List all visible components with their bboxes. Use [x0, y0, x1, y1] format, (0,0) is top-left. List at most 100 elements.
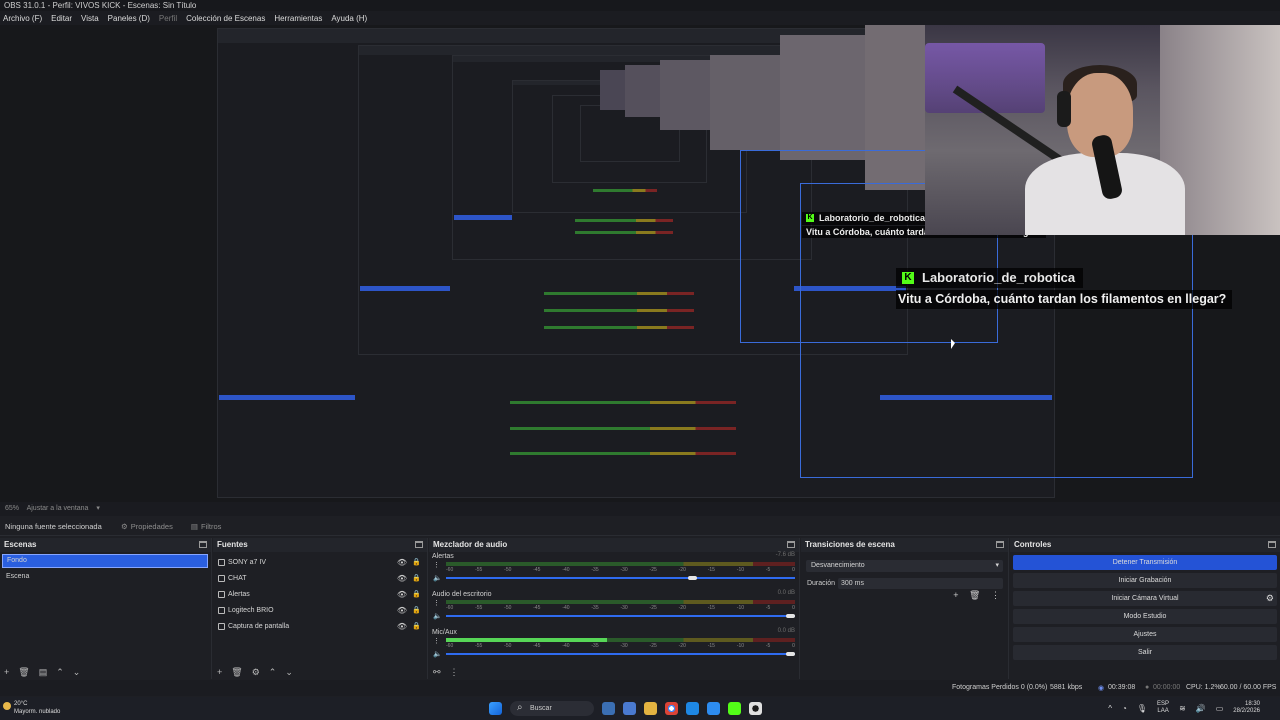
filters-button[interactable]: ▤ Filtros	[185, 520, 228, 533]
menu-herramientas[interactable]: Herramientas	[274, 14, 322, 23]
channel-db: -7.6 dB	[775, 552, 795, 558]
start-virtual-camera-button[interactable]: Iniciar Cámara Virtual ⚙	[1013, 591, 1277, 606]
lock-icon[interactable]: 🔒	[412, 622, 421, 630]
task-view-icon[interactable]	[602, 702, 615, 715]
network-icon[interactable]: ◔	[1122, 704, 1127, 713]
duration-input[interactable]: 300 ms	[838, 578, 1003, 589]
clock[interactable]: 18:30 28/2/2026	[1233, 701, 1260, 715]
lock-icon[interactable]: 🔒	[412, 590, 421, 598]
eye-icon[interactable]: 👁	[397, 574, 407, 583]
eye-icon[interactable]: 👁	[397, 590, 407, 599]
more-icon[interactable]: ⋮	[450, 667, 459, 678]
store-icon[interactable]	[686, 702, 699, 715]
undock-icon[interactable]	[1268, 541, 1276, 548]
source-item[interactable]: CHAT 👁 🔒	[213, 570, 427, 586]
filter-icon[interactable]: ▤	[39, 667, 48, 678]
chevron-down-icon[interactable]: ▾	[96, 505, 100, 512]
chevron-down-icon: ▾	[995, 562, 999, 569]
wifi-icon[interactable]: ≋	[1179, 704, 1186, 713]
chat-overlay[interactable]: K Laboratorio_de_robotica Vitu a Córdoba…	[896, 268, 1233, 309]
source-item[interactable]: Logitech BRIO 👁 🔒	[213, 602, 427, 618]
lock-icon[interactable]: 🔒	[412, 574, 421, 582]
more-icon[interactable]: ⋮	[433, 637, 440, 645]
weather-widget[interactable]: 20°C Mayorm. nublado	[3, 700, 60, 716]
chevron-up-icon[interactable]: ⌃	[56, 667, 64, 678]
chevron-up-icon[interactable]: ⌃	[269, 667, 277, 678]
trash-icon[interactable]: 🗑	[18, 667, 29, 678]
source-item[interactable]: Alertas 👁 🔒	[213, 586, 427, 602]
trash-icon[interactable]: 🗑	[969, 590, 980, 600]
menu-vista[interactable]: Vista	[81, 14, 99, 23]
fader-knob[interactable]	[688, 576, 698, 580]
app-icon[interactable]	[707, 702, 720, 715]
volume-icon[interactable]: 🔈	[433, 612, 442, 620]
chat-message: Vitu a Córdoba, cuánto tardan los filame…	[896, 290, 1233, 309]
properties-button[interactable]: ⚙ Propiedades	[115, 520, 179, 533]
lock-icon[interactable]: 🔒	[412, 558, 421, 566]
language-indicator[interactable]: ESP LAA	[1157, 701, 1169, 715]
settings-button[interactable]: Ajustes	[1013, 627, 1277, 642]
chevron-up-icon[interactable]: ^	[1108, 704, 1112, 713]
windows-start-icon[interactable]	[489, 702, 502, 715]
volume-icon[interactable]: 🔊	[1196, 704, 1206, 713]
fader-knob[interactable]	[786, 614, 795, 618]
monitor-icon	[218, 622, 225, 630]
obs-icon[interactable]	[749, 702, 762, 715]
fader-knob[interactable]	[786, 652, 795, 656]
eye-icon[interactable]: 👁	[397, 622, 407, 631]
menu-archivo[interactable]: Archivo (F)	[3, 14, 42, 23]
volume-fader[interactable]	[446, 652, 795, 656]
volume-icon[interactable]: 🔈	[433, 650, 442, 658]
source-item[interactable]: SONY a7 IV 👁 🔒	[213, 554, 427, 570]
transition-select[interactable]: Desvanecimiento ▾	[806, 560, 1003, 572]
trash-icon[interactable]: 🗑	[231, 667, 242, 678]
eye-icon[interactable]: 👁	[397, 606, 407, 615]
more-icon[interactable]: ⋮	[433, 561, 440, 569]
mic-icon[interactable]: 🎙	[1137, 704, 1147, 713]
volume-icon[interactable]: 🔈	[433, 574, 442, 582]
kick-icon[interactable]	[728, 702, 741, 715]
lock-icon[interactable]: 🔒	[412, 606, 421, 614]
scene-item-escena[interactable]: Escena	[2, 570, 208, 584]
battery-icon[interactable]: ▭	[1216, 704, 1224, 713]
add-icon[interactable]: +	[217, 667, 222, 677]
undock-icon[interactable]	[996, 541, 1004, 548]
preview-canvas[interactable]: K Laboratorio_de_robotica Vitu a Córdoba,…	[0, 25, 1280, 502]
scene-item-fondo[interactable]: Fondo	[2, 554, 208, 568]
zoom-fit-dropdown[interactable]: Ajustar a la ventana	[27, 505, 89, 512]
eye-icon[interactable]: 👁	[397, 558, 407, 567]
gear-icon[interactable]: ⚙	[252, 667, 260, 678]
taskbar-search[interactable]: Buscar	[510, 700, 594, 716]
studio-mode-button[interactable]: Modo Estudio	[1013, 609, 1277, 624]
menu-editar[interactable]: Editar	[51, 14, 72, 23]
webcam-feed[interactable]	[925, 25, 1280, 235]
link-icon[interactable]: ⚯	[433, 667, 441, 678]
menu-coleccion[interactable]: Colección de Escenas	[186, 14, 265, 23]
gear-icon[interactable]: ⚙	[1266, 591, 1274, 606]
undock-icon[interactable]	[199, 541, 207, 548]
add-icon[interactable]: +	[4, 667, 9, 677]
volume-fader[interactable]	[446, 614, 795, 618]
volume-fader[interactable]	[446, 576, 795, 580]
meter-tick: -50	[504, 605, 512, 611]
explorer-icon[interactable]	[623, 702, 636, 715]
source-item[interactable]: Captura de pantalla 👁 🔒	[213, 618, 427, 634]
undock-icon[interactable]	[787, 541, 795, 548]
menu-ayuda[interactable]: Ayuda (H)	[331, 14, 367, 23]
stop-streaming-button[interactable]: Detener Transmisión	[1013, 555, 1277, 570]
meter-tick: -5	[765, 567, 771, 573]
chevron-down-icon[interactable]: ⌄	[285, 667, 293, 678]
menu-perfil[interactable]: Perfil	[159, 14, 177, 23]
more-icon[interactable]: ⋮	[991, 590, 1000, 600]
undock-icon[interactable]	[415, 541, 423, 548]
more-icon[interactable]: ⋮	[433, 599, 440, 607]
chrome-icon[interactable]	[665, 702, 678, 715]
source-toolbar: Ninguna fuente seleccionada ⚙ Propiedades…	[0, 517, 1280, 536]
start-recording-button[interactable]: Iniciar Grabación	[1013, 573, 1277, 588]
exit-button[interactable]: Salir	[1013, 645, 1277, 660]
chevron-down-icon[interactable]: ⌄	[73, 667, 81, 678]
menu-paneles[interactable]: Paneles (D)	[108, 14, 150, 23]
meter-tick: -15	[707, 567, 715, 573]
add-icon[interactable]: +	[953, 590, 958, 600]
folder-icon[interactable]	[644, 702, 657, 715]
